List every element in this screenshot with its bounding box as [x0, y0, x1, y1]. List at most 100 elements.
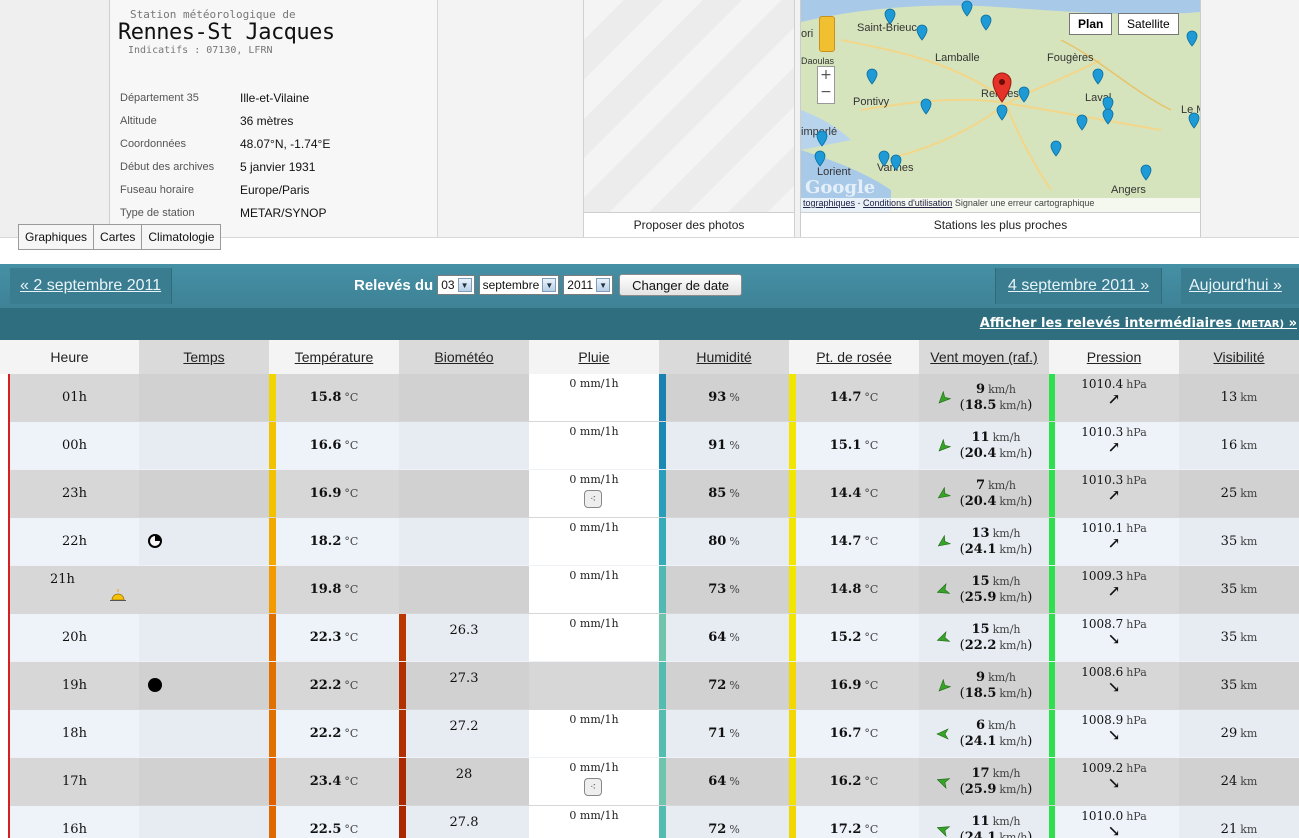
wind-mean-value: 11 — [971, 429, 990, 445]
color-scale-bar — [659, 758, 666, 805]
temperature-value: 22.3 — [309, 630, 342, 645]
col-header-temps[interactable]: Temps — [139, 340, 269, 374]
cell-pluie — [529, 662, 659, 709]
col-header-vent[interactable]: Vent moyen (raf.) — [919, 340, 1049, 374]
cell-visibilite: 35 km — [1179, 566, 1299, 613]
col-header-rosee[interactable]: Pt. de rosée — [789, 340, 919, 374]
rain-unit: mm/1h — [579, 377, 619, 390]
table-row: 00h 16.6 °C 0 mm/1h 91% 15.1 °C 11 km/h (20.4 km/h… — [10, 422, 1299, 470]
cell-humidite: 72% — [659, 662, 789, 709]
wind-block: 6 km/h (24.1 km/h) — [935, 718, 1032, 750]
year-select[interactable]: 2011 ▼ — [563, 275, 614, 295]
cell-humidite: 73% — [659, 566, 789, 613]
day-value: 03 — [441, 278, 455, 292]
show-intermediate-link[interactable]: Afficher les relevés intermédiaires (MET… — [980, 316, 1297, 331]
col-header-temperature[interactable]: Température — [269, 340, 399, 374]
pressure-value: 1008.9 — [1081, 713, 1124, 727]
wind-unit: km/h — [992, 766, 1021, 780]
gust-close: ) — [1027, 637, 1033, 653]
chevron-down-icon: ▼ — [596, 278, 611, 292]
cell-heure: 18h — [10, 710, 139, 757]
map-zoom-control[interactable]: + − — [817, 66, 835, 104]
chevron-down-icon: ▼ — [542, 278, 557, 292]
temperature-value: 19.8 — [309, 582, 342, 597]
cell-temperature: 19.8 °C — [269, 566, 399, 613]
tab-cartes[interactable]: Cartes — [93, 224, 143, 250]
dewpoint-unit: °C — [864, 391, 879, 404]
col-header-pluie[interactable]: Pluie — [529, 340, 659, 374]
station-marker — [884, 8, 896, 25]
rain-unit: mm/1h — [579, 809, 619, 822]
cell-temperature: 22.5 °C — [269, 806, 399, 838]
wind-unit: km/h — [999, 734, 1028, 748]
previous-day-link[interactable]: « 2 septembre 2011 — [10, 268, 173, 304]
dewpoint-value: 14.8 — [829, 582, 862, 597]
col-header-biometeo[interactable]: Biométéo — [399, 340, 529, 374]
info-row-fuseau: Fuseau horaire Europe/Paris — [120, 178, 330, 201]
month-select[interactable]: septembre ▼ — [478, 275, 560, 295]
wind-gust-value: 18.5 — [964, 397, 997, 413]
map-data-link[interactable]: tographiques — [803, 198, 855, 208]
cell-humidite: 71% — [659, 710, 789, 757]
humidity-value: 72 — [708, 822, 727, 837]
biometeo-value: 27.3 — [449, 671, 479, 686]
cell-vent: 9 km/h (18.5 km/h) — [919, 662, 1049, 709]
rain-amount: 0 mm/1h — [529, 713, 659, 726]
temperature-unit: °C — [344, 727, 359, 740]
map-plan-button[interactable]: Plan — [1069, 13, 1113, 35]
tab-climatologie[interactable]: Climatologie — [141, 224, 222, 250]
col-header-pression[interactable]: Pression — [1049, 340, 1179, 374]
nearest-stations-caption: Stations les plus proches — [933, 218, 1068, 232]
station-info-table: Département 35 Ille-et-Vilaine Altitude … — [120, 86, 330, 224]
station-header: Station météorologique de Rennes-St Jacq… — [0, 0, 1299, 250]
wind-direction-icon — [936, 777, 951, 789]
rain-amount: 0 mm/1h — [529, 761, 659, 774]
observations-table: Heure Temps Température Biométéo Pluie H… — [0, 340, 1299, 838]
cell-temps — [139, 806, 269, 838]
cell-temperature: 23.4 °C — [269, 758, 399, 805]
cell-pression: 1008.7 hPa ↘ — [1049, 614, 1179, 661]
col-header-humidite[interactable]: Humidité — [659, 340, 789, 374]
pressure-value: 1010.3 — [1081, 425, 1124, 439]
map-terms-link[interactable]: Conditions d'utilisation — [863, 198, 952, 208]
tab-graphiques[interactable]: Graphiques — [18, 224, 95, 250]
cell-humidite: 64% — [659, 614, 789, 661]
dewpoint-value: 15.1 — [829, 438, 862, 453]
table-row: 01h 15.8 °C 0 mm/1h 93% 14.7 °C 9 km/h (18.5 km/h)… — [10, 374, 1299, 422]
wind-values: 11 km/h (20.4 km/h) — [960, 430, 1033, 462]
nearest-stations-map[interactable]: Saint-Brieuc Lamballe Fougères Pontivy R… — [801, 0, 1200, 213]
change-date-button[interactable]: Changer de date — [619, 274, 742, 296]
street-view-pegman-icon[interactable] — [819, 16, 835, 52]
cell-heure: 00h — [10, 422, 139, 469]
map-satellite-button[interactable]: Satellite — [1118, 13, 1179, 35]
cell-pluie: 0 mm/1h — [529, 614, 659, 661]
propose-photos-link[interactable]: Proposer des photos — [584, 213, 794, 237]
col-header-visibilite[interactable]: Visibilité — [1179, 340, 1299, 374]
wind-gust: (24.1 km/h) — [960, 830, 1033, 838]
cell-visibilite: 35 km — [1179, 662, 1299, 709]
wind-direction-icon — [935, 727, 949, 740]
map-report-error[interactable]: Signaler une erreur cartographique — [955, 198, 1095, 208]
visibility-unit: km — [1240, 823, 1258, 836]
wind-direction-icon — [937, 486, 951, 498]
visibility-unit: km — [1240, 631, 1258, 644]
wind-mean-value: 13 — [971, 525, 990, 541]
color-scale-bar — [789, 806, 796, 838]
today-link[interactable]: Aujourd'hui » — [1181, 268, 1299, 304]
visibility-value: 16 — [1220, 438, 1238, 453]
humidity-unit: % — [729, 583, 740, 596]
wind-gust-value: 24.1 — [964, 733, 997, 749]
photo-placeholder[interactable] — [584, 0, 794, 213]
humidity-unit: % — [729, 535, 740, 548]
wind-gust: (18.5 km/h) — [960, 686, 1033, 702]
visibility-unit: km — [1240, 775, 1258, 788]
humidity-value: 72 — [708, 678, 727, 693]
visibility-unit: km — [1240, 727, 1258, 740]
info-value: 5 janvier 1931 — [240, 159, 316, 174]
wind-unit: km/h — [992, 574, 1021, 588]
day-select[interactable]: 03 ▼ — [437, 275, 475, 295]
next-day-link[interactable]: 4 septembre 2011 » — [995, 268, 1163, 304]
station-marker — [878, 150, 890, 167]
humidity-unit: % — [729, 679, 740, 692]
cell-biometeo: 28 — [399, 758, 529, 805]
